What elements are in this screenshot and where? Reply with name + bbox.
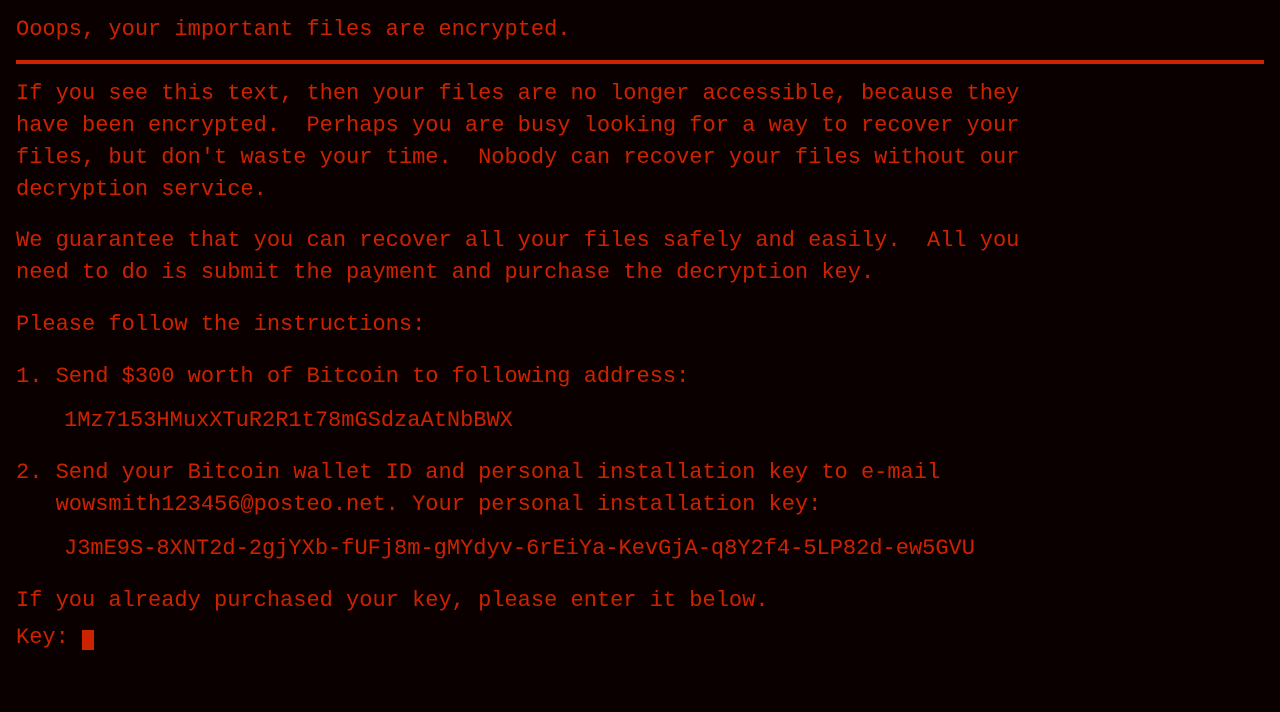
paragraph-1-text: If you see this text, then your files ar… [16,81,1019,202]
title: Ooops, your important files are encrypte… [16,14,1264,46]
key-label: Key: [16,625,69,650]
paragraph-2: We guarantee that you can recover all yo… [16,225,1264,289]
bitcoin-address: 1Mz7153HMuxXTuR2R1t78mGSdzaAtNbBWX [64,405,1264,437]
footer-line-1: If you already purchased your key, pleas… [16,585,1264,617]
step-1-label: 1. Send $300 worth of Bitcoin to followi… [16,361,1264,393]
personal-key: J3mE9S-8XNT2d-2gjYXb-fUFj8m-gMYdyv-6rEiY… [64,533,1264,565]
key-input-line: Key: [16,622,1264,654]
step-1: 1. Send $300 worth of Bitcoin to followi… [16,361,1264,437]
instructions-label: Please follow the instructions: [16,309,1264,341]
red-separator [16,60,1264,64]
key-cursor[interactable] [82,630,94,650]
paragraph-1: If you see this text, then your files ar… [16,78,1264,206]
paragraph-2-text: We guarantee that you can recover all yo… [16,228,1019,285]
step-2-label: 2. Send your Bitcoin wallet ID and perso… [16,457,1264,521]
step-2: 2. Send your Bitcoin wallet ID and perso… [16,457,1264,565]
